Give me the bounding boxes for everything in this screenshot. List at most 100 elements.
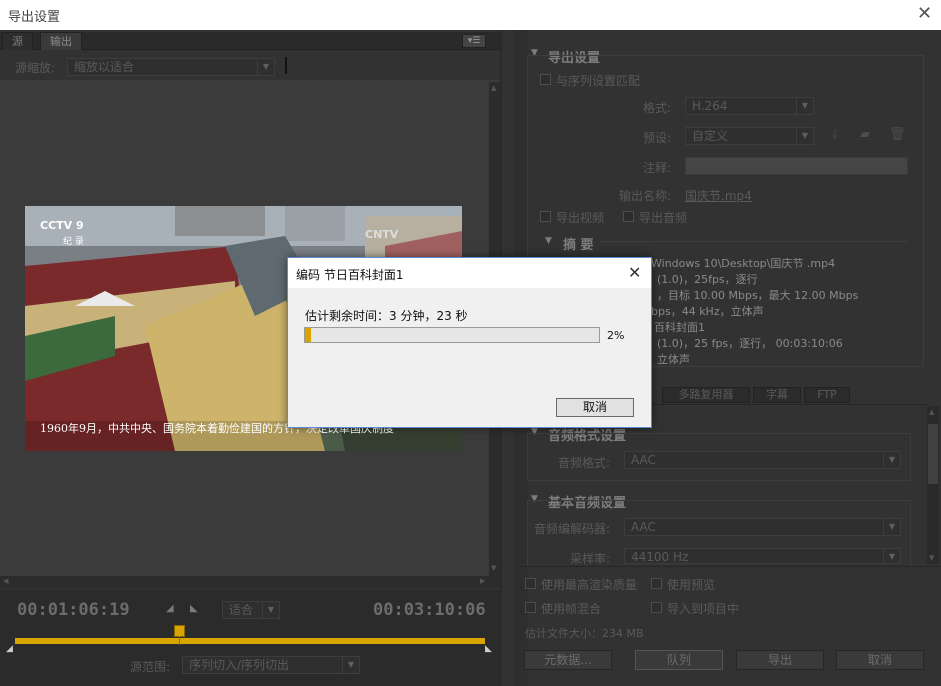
tab-multiplexer[interactable]: 多路复用器: [662, 387, 750, 403]
summary-line: ，目标 10.00 Mbps，最大 12.00 Mbps: [657, 289, 859, 302]
window-title: 导出设置: [8, 10, 61, 25]
output-name-link[interactable]: 国庆节.mp4: [685, 187, 752, 204]
queue-button[interactable]: 队列: [635, 650, 723, 670]
format-label: 格式:: [643, 101, 672, 115]
match-sequence-label: 与序列设置匹配: [556, 74, 641, 88]
dialog-titlebar: 编码 节日百科封面1 ✕: [288, 258, 651, 288]
audio-codec-label: 音频编解码器:: [534, 522, 611, 536]
out-point-icon[interactable]: ◣: [485, 644, 492, 654]
timecode-end: 00:03:10:06: [373, 600, 486, 620]
audio-codec-dropdown[interactable]: AAC ▼: [624, 518, 901, 536]
summary-title: 摘 要: [563, 238, 594, 253]
format-value: H.264: [692, 99, 728, 113]
mark-in-icon[interactable]: ◢: [166, 603, 174, 614]
chevron-down-icon: ▼: [796, 128, 813, 144]
summary-collapse-icon[interactable]: ▼: [545, 236, 552, 246]
channel-logo: CCTV 9: [40, 219, 84, 232]
window-close-icon[interactable]: ✕: [917, 3, 932, 24]
preset-value: 自定义: [692, 129, 729, 143]
import-preset-icon[interactable]: ▰: [860, 127, 870, 142]
export-video-label: 导出视频: [556, 211, 605, 225]
tab-source[interactable]: 源: [2, 32, 33, 50]
playhead-handle[interactable]: [174, 625, 185, 637]
source-scale-value: 缩放以适合: [74, 60, 135, 74]
preset-dropdown[interactable]: 自定义 ▼: [685, 127, 814, 145]
mark-out-icon[interactable]: ◣: [190, 603, 198, 614]
import-project-label: 导入到项目中: [667, 602, 740, 616]
match-sequence-checkbox[interactable]: [540, 74, 551, 85]
format-dropdown[interactable]: H.264 ▼: [685, 97, 814, 115]
source-range-dropdown[interactable]: 序列切入/序列切出 ▼: [182, 656, 360, 674]
summary-text: Windows 10\Desktop\国庆节 .mp4 (1.0)，25fps，…: [651, 256, 858, 368]
comment-input[interactable]: [685, 157, 908, 175]
in-point-icon[interactable]: ◢: [6, 644, 13, 654]
chevron-down-icon: ▼: [796, 98, 813, 114]
summary-line: 百科封面1: [654, 321, 705, 334]
divider: [285, 57, 287, 74]
dialog-close-icon[interactable]: ✕: [628, 263, 641, 282]
fit-dropdown[interactable]: 适合 ▼: [222, 601, 280, 619]
sample-rate-label: 采样率:: [570, 552, 611, 566]
output-name-label: 输出名称:: [619, 189, 672, 203]
chevron-down-icon: ▼: [257, 59, 274, 75]
encoding-dialog: 编码 节日百科封面1 ✕ 估计剩余时间：3 分钟，23 秒 2% 取消: [287, 257, 652, 428]
frame-blending-label: 使用帧混合: [541, 602, 602, 616]
encoding-progress-bar: [304, 327, 600, 343]
max-render-quality-label: 使用最高渲染质量: [541, 578, 638, 592]
channel-logo-sub: 纪 录: [63, 237, 84, 247]
summary-line: 立体声: [657, 353, 690, 366]
import-project-checkbox[interactable]: [651, 602, 662, 613]
time-remaining: 估计剩余时间：3 分钟，23 秒: [305, 309, 468, 323]
chevron-down-icon: ▼: [883, 549, 900, 563]
use-preview-label: 使用预览: [667, 578, 716, 592]
timeline-bar[interactable]: [15, 638, 485, 644]
tab-output[interactable]: 输出: [40, 32, 82, 50]
comment-label: 注释:: [643, 161, 672, 175]
chevron-down-icon: ▼: [262, 602, 279, 618]
source-range-label: 源范围:: [130, 660, 171, 674]
source-scale-label: 源缩放:: [15, 61, 56, 75]
audio-format-value: AAC: [631, 453, 656, 467]
tab-captions[interactable]: 字幕: [753, 387, 801, 403]
tab-ftp[interactable]: FTP: [804, 387, 850, 403]
chevron-down-icon: ▼: [883, 452, 900, 468]
summary-line: (1.0)，25 fps，逐行， 00:03:10:06: [657, 337, 843, 350]
source-scale-dropdown[interactable]: 缩放以适合 ▼: [67, 58, 275, 76]
export-button[interactable]: 导出: [736, 650, 824, 670]
timecode-current[interactable]: 00:01:06:19: [17, 600, 130, 620]
fit-value: 适合: [229, 603, 254, 617]
settings-scrollbar[interactable]: ▲ ▼: [927, 406, 939, 564]
audio-format-dropdown[interactable]: AAC ▼: [624, 451, 901, 469]
use-preview-checkbox[interactable]: [651, 578, 662, 589]
export-video-checkbox[interactable]: [540, 211, 551, 222]
chevron-down-icon: ▼: [342, 657, 359, 673]
preview-horizontal-scrollbar[interactable]: ◀ ▶: [0, 576, 500, 588]
delete-preset-icon[interactable]: 🗑: [889, 127, 906, 142]
sample-rate-value: 44100 Hz: [631, 550, 689, 564]
divider: [518, 566, 941, 567]
window-titlebar: 导出设置 ✕: [0, 0, 941, 30]
save-preset-icon[interactable]: ⤓: [832, 127, 838, 142]
metadata-button[interactable]: 元数据...: [524, 650, 612, 670]
sample-rate-dropdown[interactable]: 44100 Hz ▼: [624, 548, 901, 564]
estimated-file-size: 估计文件大小：234 MB: [525, 627, 644, 640]
preset-label: 预设:: [643, 131, 672, 145]
progress-percent: 2%: [607, 329, 625, 342]
progress-fill: [305, 328, 311, 342]
cancel-button[interactable]: 取消: [836, 650, 924, 670]
audio-format-label: 音频格式:: [558, 456, 611, 470]
export-audio-checkbox[interactable]: [623, 211, 634, 222]
playhead-line: [179, 637, 180, 645]
panel-menu-icon[interactable]: ▾☰: [462, 34, 486, 48]
preview-tabs: 源 输出 ▾☰: [0, 32, 500, 50]
export-audio-label: 导出音频: [639, 211, 688, 225]
source-range-value: 序列切入/序列切出: [189, 658, 290, 672]
audio-codec-value: AAC: [631, 520, 656, 534]
scroll-thumb[interactable]: [928, 424, 938, 484]
divider: [600, 241, 908, 242]
summary-line: (1.0)，25fps，逐行: [657, 273, 758, 286]
max-render-quality-checkbox[interactable]: [525, 578, 536, 589]
frame-blending-checkbox[interactable]: [525, 602, 536, 613]
dialog-cancel-button[interactable]: 取消: [556, 398, 634, 417]
summary-line: Windows 10\Desktop\国庆节 .mp4: [651, 257, 836, 270]
